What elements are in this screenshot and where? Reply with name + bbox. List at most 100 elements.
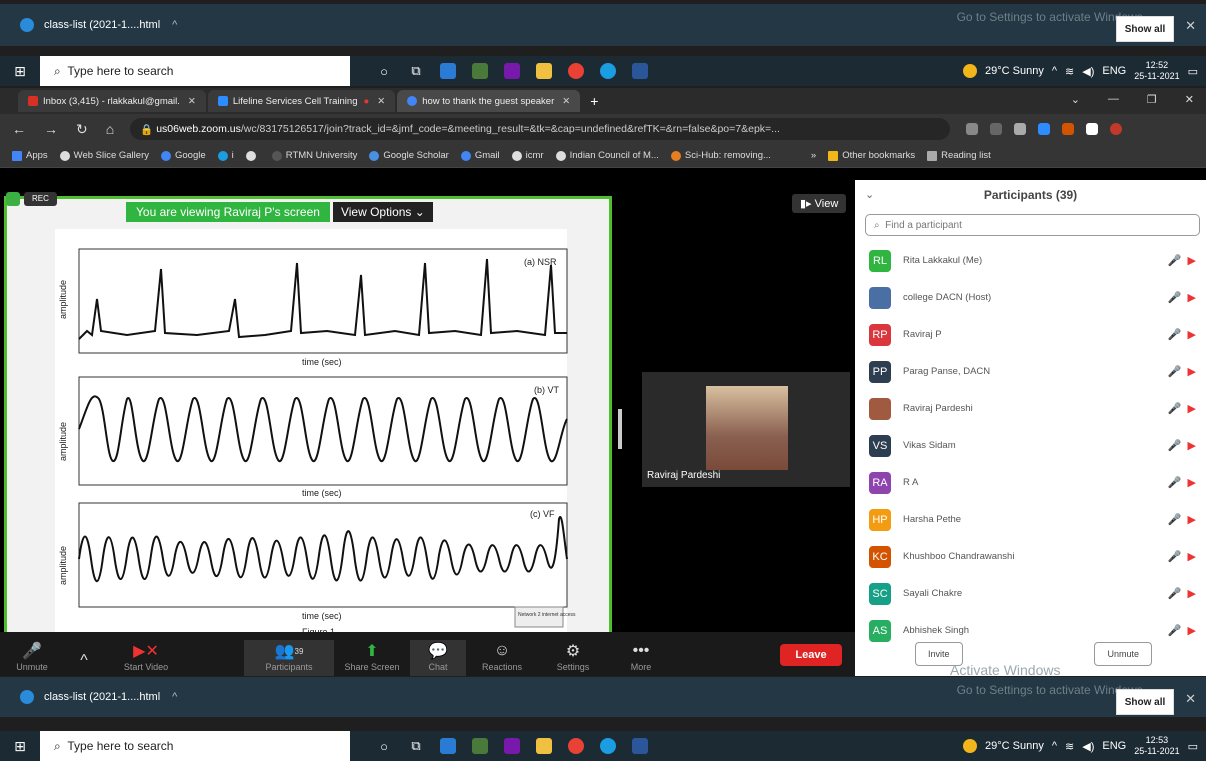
unmute-all-button[interactable]: Unmute [1094, 642, 1152, 666]
bookmark-item[interactable]: Google Scholar [369, 150, 449, 161]
calculator-icon[interactable] [464, 56, 496, 86]
chevron-up-icon[interactable]: ^ [1052, 65, 1057, 77]
participant-search[interactable]: ⌕ Find a participant [865, 214, 1200, 236]
chevron-down-icon[interactable]: ⌄ [1071, 93, 1080, 106]
home-icon[interactable]: ⌂ [106, 121, 114, 138]
video-tile[interactable]: Raviraj Pardeshi [642, 372, 850, 487]
forward-icon[interactable]: → [44, 121, 58, 138]
close-icon[interactable]: ✕ [1185, 691, 1196, 707]
show-all-button[interactable]: Show all [1116, 689, 1174, 715]
reading-list[interactable]: Reading list [927, 150, 991, 161]
chat-button[interactable]: 💬 Chat [410, 640, 466, 676]
bookmark-overflow[interactable]: » [811, 150, 816, 161]
avatar[interactable] [1110, 123, 1123, 135]
participant-row[interactable]: RP Raviraj P 🎤 ▶ [855, 316, 1206, 353]
task-view-icon[interactable]: ⧉ [400, 56, 432, 86]
bookmark-item[interactable]: i [217, 150, 234, 161]
download-item[interactable]: class-list (2021-1....html ^ [20, 683, 205, 711]
bookmark-apps[interactable]: Apps [12, 150, 48, 161]
share-icon[interactable] [990, 123, 1003, 135]
unmute-button[interactable]: 🎤 Unmute [0, 640, 64, 676]
calculator-icon[interactable] [464, 731, 496, 761]
new-tab-icon[interactable]: + [590, 93, 598, 109]
participants-button[interactable]: 👥 39 Participants [244, 640, 334, 676]
volume-icon[interactable]: ◀) [1082, 65, 1094, 78]
cortana-icon[interactable]: ○ [368, 56, 400, 86]
participant-row[interactable]: PP Parag Panse, DACN 🎤 ▶ [855, 353, 1206, 390]
edge-icon[interactable] [592, 731, 624, 761]
close-icon[interactable]: ✕ [1185, 93, 1194, 106]
chrome-taskbar-icon[interactable] [560, 56, 592, 86]
close-icon[interactable]: ✕ [188, 96, 196, 107]
taskbar-search[interactable]: ⌕ Type here to search [40, 731, 350, 761]
tab-gmail[interactable]: Inbox (3,415) - rlakkakul@gmail. ✕ [18, 90, 206, 112]
chevron-up-icon[interactable]: ^ [172, 19, 177, 31]
view-options-button[interactable]: View Options ⌄ [332, 202, 433, 222]
download-item[interactable]: class-list (2021-1....html ^ [20, 11, 205, 39]
share-screen-button[interactable]: ⬆ Share Screen [334, 640, 410, 676]
volume-icon[interactable]: ◀) [1082, 740, 1094, 753]
word-icon[interactable] [624, 731, 656, 761]
extension-icon[interactable] [1038, 123, 1051, 135]
cortana-icon[interactable]: ○ [368, 731, 400, 761]
url-field[interactable]: 🔒 us06web.zoom.us/wc/83175126517/join?tr… [130, 118, 951, 140]
windows-start-icon[interactable]: ⊞ [0, 56, 40, 86]
participant-row[interactable]: Raviraj Pardeshi 🎤 ▶ [855, 390, 1206, 427]
close-icon[interactable]: ✕ [377, 96, 385, 107]
start-video-button[interactable]: ▶✕ Start Video [104, 640, 188, 676]
participant-row[interactable]: RL Rita Lakkakul (Me) 🎤 ▶ [855, 242, 1206, 279]
onenote-icon[interactable] [496, 731, 528, 761]
bookmark-item[interactable]: icmr [511, 150, 544, 161]
reload-icon[interactable]: ↻ [76, 121, 88, 138]
reactions-button[interactable]: ☺ Reactions [466, 640, 538, 676]
bookmark-item[interactable]: Sci-Hub: removing... [670, 150, 771, 161]
clock[interactable]: 12:52 25-11-2021 [1134, 60, 1179, 82]
splitter-handle[interactable] [618, 409, 622, 449]
participant-row[interactable]: SC Sayali Chakre 🎤 ▶ [855, 575, 1206, 612]
bookmark-item[interactable]: RTMN University [271, 150, 357, 161]
clock[interactable]: 12:53 25-11-2021 [1134, 735, 1179, 757]
bookmark-item[interactable]: Web Slice Gallery [59, 150, 149, 161]
chrome-taskbar-icon[interactable] [560, 731, 592, 761]
participant-row[interactable]: VS Vikas Sidam 🎤 ▶ [855, 427, 1206, 464]
puzzle-icon[interactable] [1086, 123, 1099, 135]
onenote-icon[interactable] [496, 56, 528, 86]
back-icon[interactable]: ← [12, 121, 26, 138]
participant-row[interactable]: KC Khushboo Chandrawanshi 🎤 ▶ [855, 538, 1206, 575]
taskbar-search[interactable]: ⌕ Type here to search [40, 56, 350, 86]
defender-icon[interactable] [432, 56, 464, 86]
close-icon[interactable]: ✕ [1185, 18, 1196, 34]
chevron-down-icon[interactable]: ⌄ [865, 188, 874, 201]
bookmark-item[interactable]: Indian Council of M... [555, 150, 659, 161]
file-explorer-icon[interactable] [528, 731, 560, 761]
bookmark-folder[interactable]: Other bookmarks [828, 150, 915, 161]
close-icon[interactable]: ✕ [562, 96, 570, 107]
extension-icon[interactable] [1062, 123, 1075, 135]
bookmark-item[interactable]: Gmail [460, 150, 500, 161]
leave-button[interactable]: Leave [780, 644, 842, 666]
task-view-icon[interactable]: ⧉ [400, 731, 432, 761]
more-button[interactable]: ••• More [608, 640, 674, 676]
bookmark-item[interactable] [245, 150, 260, 161]
defender-icon[interactable] [432, 731, 464, 761]
participant-row[interactable]: RA R A 🎤 ▶ [855, 464, 1206, 501]
participant-row[interactable]: HP Harsha Pethe 🎤 ▶ [855, 501, 1206, 538]
windows-start-icon[interactable]: ⊞ [0, 731, 40, 761]
wifi-icon[interactable]: ≋ [1065, 65, 1074, 78]
participant-row[interactable]: college DACN (Host) 🎤 ▶ [855, 279, 1206, 316]
chevron-up-icon[interactable]: ^ [1052, 740, 1057, 752]
view-button[interactable]: ▮▸ View [792, 194, 847, 213]
bookmark-item[interactable]: Google [160, 150, 206, 161]
chevron-up-icon[interactable]: ^ [172, 691, 177, 703]
extension-icon[interactable] [966, 123, 979, 135]
notification-icon[interactable]: ▭ [1188, 65, 1198, 78]
restore-icon[interactable]: ❐ [1147, 93, 1157, 106]
star-icon[interactable] [1014, 123, 1027, 135]
show-all-button[interactable]: Show all [1116, 16, 1174, 42]
edge-icon[interactable] [592, 56, 624, 86]
audio-options-caret[interactable]: ^ [64, 650, 104, 676]
minimize-icon[interactable]: — [1108, 93, 1119, 106]
wifi-icon[interactable]: ≋ [1065, 740, 1074, 753]
tab-google[interactable]: how to thank the guest speaker ✕ [397, 90, 581, 112]
word-icon[interactable] [624, 56, 656, 86]
